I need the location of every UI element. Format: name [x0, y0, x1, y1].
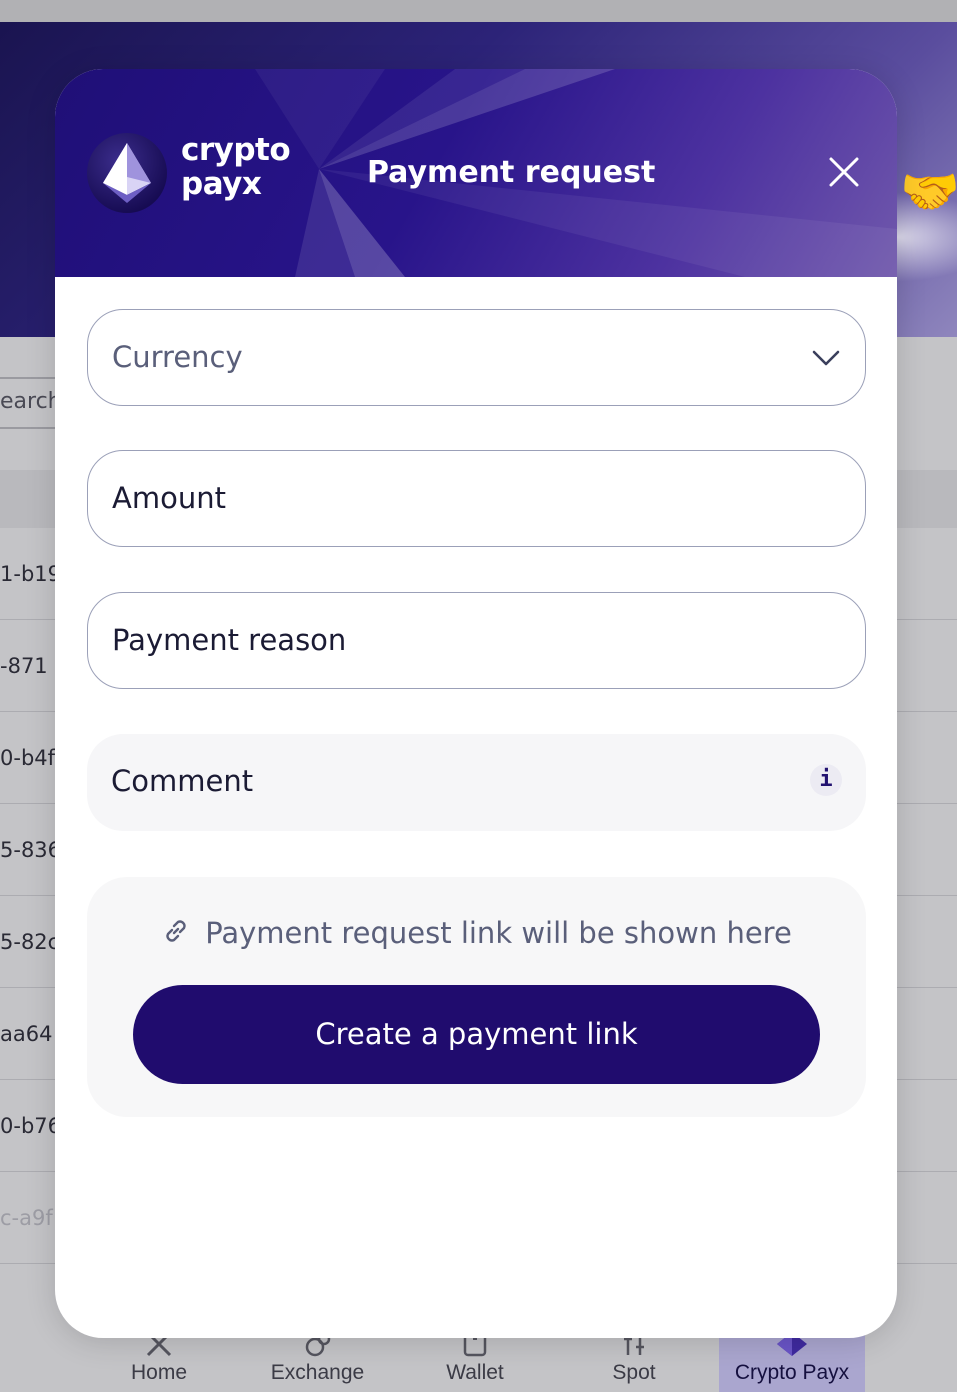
- payment-link-hint-text: Payment request link will be shown here: [205, 916, 792, 950]
- nav-label: Exchange: [270, 1361, 365, 1384]
- link-icon: [166, 920, 186, 942]
- amount-placeholder: Amount: [112, 481, 226, 515]
- nav-label: Home: [130, 1361, 188, 1384]
- currency-select[interactable]: Currency: [87, 309, 866, 406]
- logo-line-2: payx: [181, 166, 262, 202]
- payment-link-panel: Payment request link will be shown here …: [87, 877, 866, 1117]
- background-search-input[interactable]: earch: [0, 377, 63, 429]
- top-strip: [0, 0, 957, 22]
- currency-placeholder: Currency: [112, 340, 243, 374]
- comment-input[interactable]: Comment i: [87, 734, 866, 831]
- nav-label: Wallet: [446, 1361, 504, 1384]
- logo-wordmark: crypto payx: [181, 132, 291, 202]
- payment-link-hint: Payment request link will be shown here: [87, 913, 866, 953]
- logo-badge: [87, 133, 167, 213]
- payment-reason-input[interactable]: Payment reason: [87, 592, 866, 689]
- handshake-icon: 🤝: [900, 164, 957, 220]
- create-payment-link-button[interactable]: Create a payment link: [133, 985, 820, 1084]
- comment-placeholder: Comment: [111, 764, 254, 798]
- close-button[interactable]: [821, 149, 867, 195]
- modal-header: crypto payx Payment request: [55, 69, 897, 277]
- logo-line-1: crypto: [181, 132, 291, 168]
- nav-label: Crypto Payx: [734, 1361, 850, 1384]
- close-icon: [829, 157, 859, 187]
- diamond-logo-icon: [103, 143, 151, 203]
- amount-input[interactable]: Amount: [87, 450, 866, 547]
- modal-title: Payment request: [367, 155, 656, 190]
- info-icon[interactable]: i: [810, 764, 842, 796]
- payment-request-modal: crypto payx Payment request Currency Amo…: [55, 69, 897, 1338]
- chevron-down-icon: [812, 350, 840, 366]
- payment-reason-placeholder: Payment reason: [112, 623, 347, 657]
- nav-label: Spot: [612, 1361, 656, 1384]
